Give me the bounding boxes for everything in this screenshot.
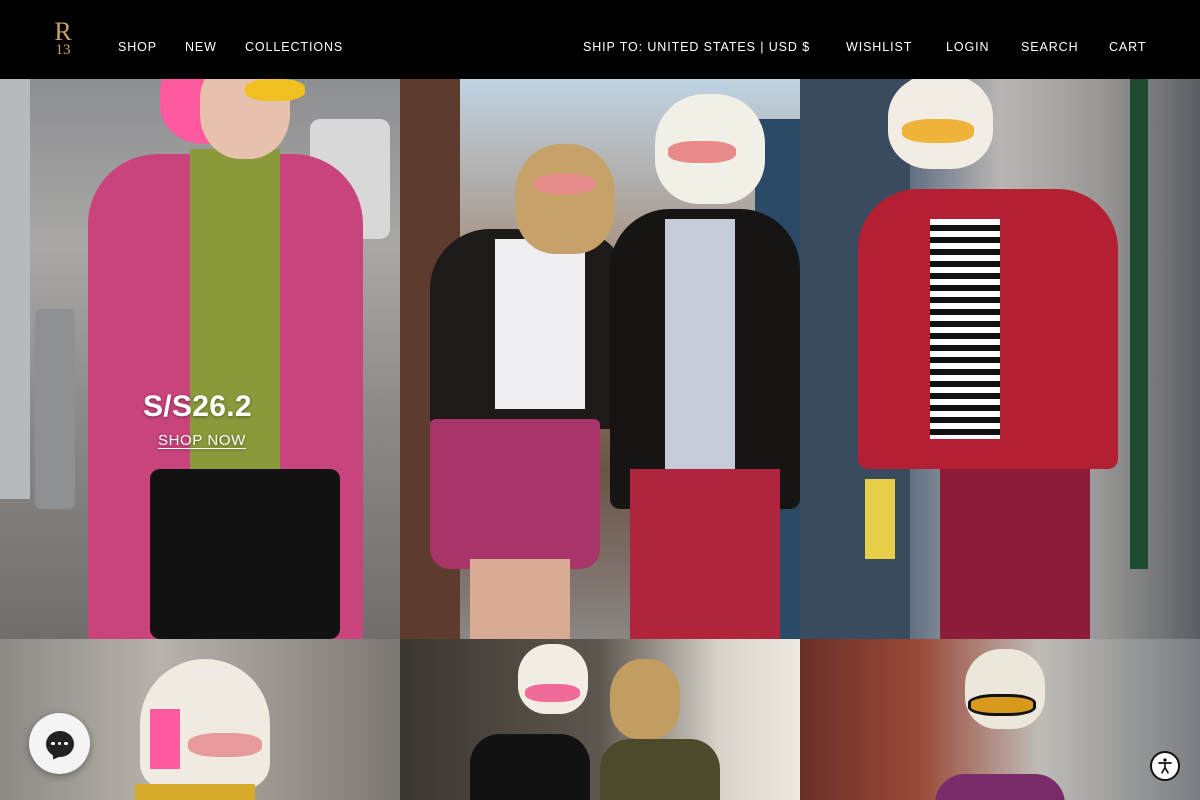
ship-to-selector[interactable]: SHIP TO: UNITED STATES | USD $ [583,40,810,54]
nav-shop[interactable]: SHOP [118,40,157,54]
black-jacket-shape [470,734,590,800]
pink-glasses-shape [535,174,595,194]
blonde-hair-shape [610,659,680,739]
site-header: R 13 SHOP NEW COLLECTIONS SHIP TO: UNITE… [0,0,1200,79]
platinum-hair-shape [518,644,588,714]
nav-cart[interactable]: CART [1109,40,1146,54]
lookbook-tile-2[interactable] [400,639,800,800]
nav-login[interactable]: LOGIN [946,40,989,54]
nav-wishlist[interactable]: WISHLIST [846,40,912,54]
pink-glasses-shape [188,733,262,757]
hero-title: S/S26.2 [143,390,252,423]
nav-new[interactable]: NEW [185,40,217,54]
leopard-trousers-shape [940,469,1090,639]
brand-logo[interactable]: R 13 [50,19,76,61]
yellow-glasses-shape [902,119,974,143]
purple-jacket-shape [935,774,1065,800]
yellow-glasses-shape [245,79,305,101]
bollard-shape [35,309,75,509]
pole-shape [0,79,30,499]
yellow-sign-shape [865,479,895,559]
shop-now-link[interactable]: SHOP NOW [158,432,246,449]
pink-glasses-shape [525,684,580,702]
hero-tile-middle[interactable] [400,79,800,639]
black-shorts-shape [150,469,340,639]
chat-button[interactable] [29,713,90,774]
olive-jacket-shape [600,739,720,800]
pink-hair-shape [150,709,180,769]
striped-shirt-shape [665,219,735,469]
nav-search[interactable]: SEARCH [1021,40,1079,54]
red-trousers-shape [630,469,780,639]
platinum-hair-shape [965,649,1045,729]
striped-tee-shape [930,219,1000,439]
legs-shape [470,559,570,639]
nav-collections[interactable]: COLLECTIONS [245,40,343,54]
green-shirt-shape [190,149,280,479]
pink-skirt-shape [430,419,600,569]
accessibility-icon [1158,758,1172,774]
hero-tile-left[interactable]: S/S26.2 SHOP NOW [0,79,400,639]
white-shirt-shape [495,239,585,409]
blonde-hair-shape [515,144,615,254]
yellow-top-shape [135,784,255,800]
pink-glasses-shape [668,141,736,163]
accessibility-button[interactable] [1150,751,1180,781]
yellow-glasses-shape [968,694,1036,716]
lookbook-tile-3[interactable] [800,639,1200,800]
chat-icon [45,730,74,757]
hero-tile-right[interactable] [800,79,1200,639]
green-pole-shape [1130,79,1148,569]
